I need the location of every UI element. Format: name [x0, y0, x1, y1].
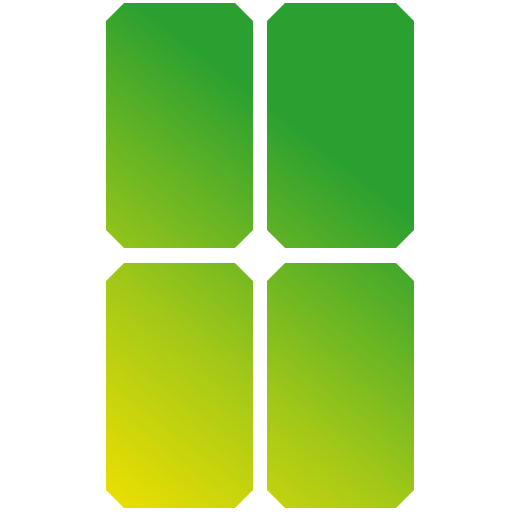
tile-bottom-right — [267, 263, 414, 508]
icon-canvas — [0, 0, 512, 512]
tile-top-right — [267, 3, 414, 248]
four-tiles-grid-icon — [106, 3, 414, 508]
tile-bottom-left — [106, 263, 253, 508]
tile-top-left — [106, 3, 253, 248]
